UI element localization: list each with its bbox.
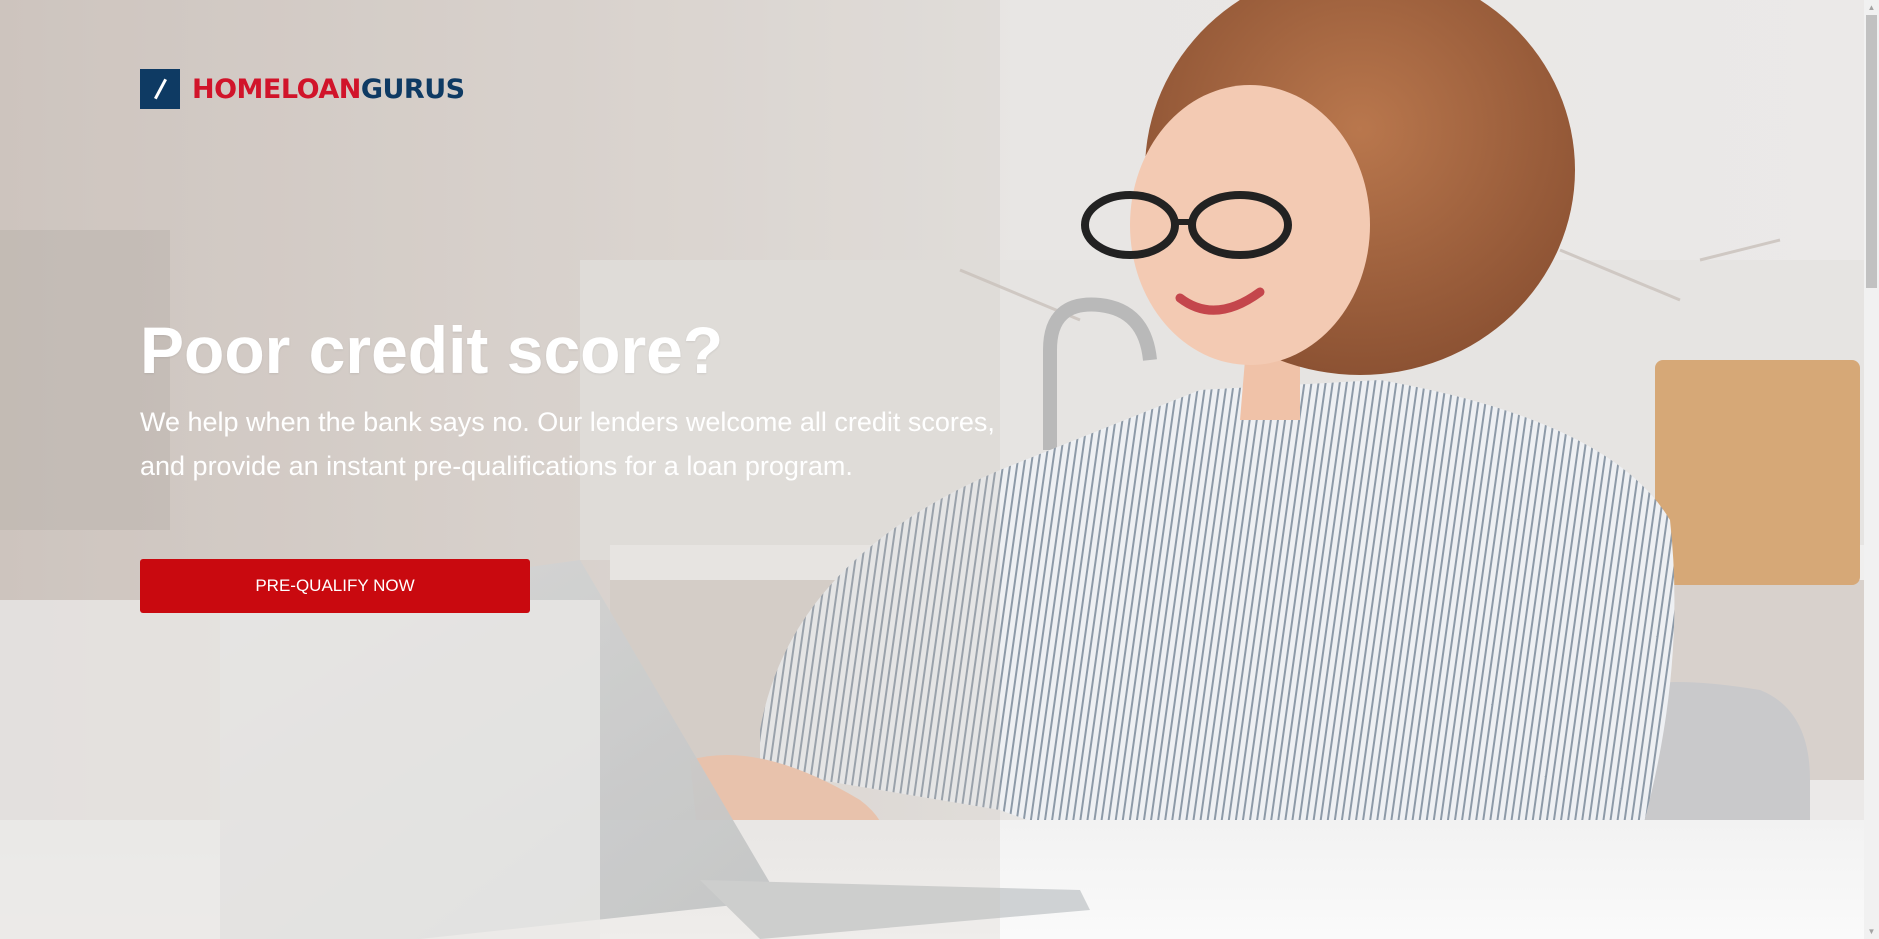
pre-qualify-button[interactable]: PRE-QUALIFY NOW xyxy=(140,559,530,613)
logo-text-homeloan: HOMELOAN xyxy=(192,73,361,105)
landing-page: HOMELOANGURUS Poor credit score? We help… xyxy=(0,0,1879,939)
scroll-down-arrow-icon[interactable]: ▼ xyxy=(1864,924,1879,939)
scrollbar-thumb[interactable] xyxy=(1866,15,1877,288)
scroll-up-arrow-icon[interactable]: ▲ xyxy=(1864,0,1879,15)
logo-text-gurus: GURUS xyxy=(360,73,465,105)
logo-wordmark: HOMELOANGURUS xyxy=(192,74,465,105)
hero-subtext: We help when the bank says no. Our lende… xyxy=(140,407,995,481)
site-logo[interactable]: HOMELOANGURUS xyxy=(140,69,465,109)
hero-headline: Poor credit score? xyxy=(140,313,724,387)
vertical-scrollbar[interactable]: ▲ ▼ xyxy=(1864,0,1879,939)
slash-square-icon xyxy=(140,69,180,109)
